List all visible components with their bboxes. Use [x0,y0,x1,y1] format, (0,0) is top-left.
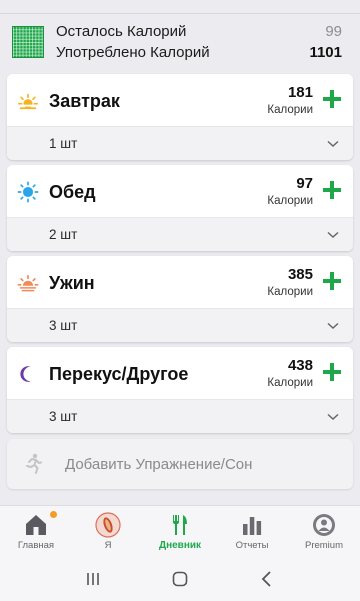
meal-expand-row[interactable]: 3 шт [7,308,353,342]
meal-item-count: 1 шт [49,136,78,151]
notification-badge [50,511,57,518]
back-arrow-icon[interactable] [257,569,277,589]
meal-calorie-value: 97 [296,175,313,192]
meal-calorie-value: 438 [287,357,313,374]
summary-values: 99 1101 [309,21,342,63]
meal-calorie-value: 181 [287,84,313,101]
chevron-down-icon [327,231,339,238]
add-food-breakfast-plus-icon[interactable] [321,88,343,110]
meal-calories: 438 Калории [267,357,313,391]
bottom-navigation: Главная Я Дневник Отчеты Premium [0,505,360,557]
nav-label: Я [104,540,112,551]
add-food-snack-plus-icon[interactable] [321,361,343,383]
chevron-down-icon [327,413,339,420]
running-icon [26,453,42,474]
nav-profile[interactable]: Я [72,506,144,557]
chevron-down-icon [327,322,339,329]
add-food-dinner-plus-icon[interactable] [321,270,343,292]
premium-icon [313,514,335,536]
meal-item-count: 3 шт [49,409,78,424]
meal-calorie-unit: Калории [267,377,313,389]
meal-calorie-value: 385 [287,266,313,283]
nav-home[interactable]: Главная [0,506,72,557]
calorie-summary[interactable]: Осталось Калорий Употреблено Калорий 99 … [0,14,360,70]
nav-reports[interactable]: Отчеты [216,506,288,557]
remaining-label: Осталось Калорий [56,23,187,40]
add-exercise-sleep-button[interactable]: Добавить Упражнение/Сон [7,439,353,489]
recent-apps-icon[interactable] [83,569,103,589]
nav-premium[interactable]: Premium [288,506,360,557]
summary-labels: Осталось Калорий Употреблено Калорий [56,21,309,63]
calorie-grid-icon [12,26,44,58]
meal-expand-row[interactable]: 2 шт [7,217,353,251]
meal-title: Перекус/Другое [49,364,189,384]
sunrise-icon [18,93,38,110]
meal-title: Завтрак [49,91,120,111]
meal-item-count: 2 шт [49,227,78,242]
sunset-icon [17,274,39,292]
home-circle-icon[interactable] [170,569,190,589]
meal-card-dinner[interactable]: Ужин 385 Калории 3 шт [7,256,353,342]
chevron-down-icon [327,140,339,147]
meal-calorie-unit: Калории [267,286,313,298]
bar-chart-icon [243,517,262,535]
meal-expand-row[interactable]: 1 шт [7,126,353,160]
profile-icon [95,512,121,538]
nav-label: Главная [17,540,55,551]
remaining-value: 99 [325,23,342,40]
meal-card-lunch[interactable]: Обед 97 Калории 2 шт [7,165,353,251]
nav-label: Premium [304,540,343,551]
meal-calories: 97 Калории [267,175,313,209]
fork-knife-icon [173,515,187,535]
meal-calories: 181 Калории [267,84,313,118]
add-exercise-label: Добавить Упражнение/Сон [65,455,253,473]
meal-expand-row[interactable]: 3 шт [7,399,353,433]
nav-label: Отчеты [235,540,269,551]
meal-item-count: 3 шт [49,318,78,333]
home-icon [26,515,46,535]
meal-card-snack[interactable]: Перекус/Другое 438 Калории 3 шт [7,347,353,433]
sun-icon [17,181,39,203]
consumed-label: Употреблено Калорий [56,44,210,61]
nav-diary[interactable]: Дневник [144,506,216,557]
consumed-value: 1101 [309,44,342,61]
meal-calories: 385 Калории [267,266,313,300]
nav-label: Дневник [158,540,202,551]
add-food-lunch-plus-icon[interactable] [321,179,343,201]
meal-title: Ужин [49,273,95,293]
meal-card-breakfast[interactable]: Завтрак 181 Калории 1 шт [7,74,353,160]
meal-title: Обед [49,182,96,202]
moon-icon [20,366,31,382]
meal-calorie-unit: Калории [267,104,313,116]
system-navigation-bar [0,557,360,601]
top-divider [0,0,360,14]
meal-calorie-unit: Калории [267,195,313,207]
